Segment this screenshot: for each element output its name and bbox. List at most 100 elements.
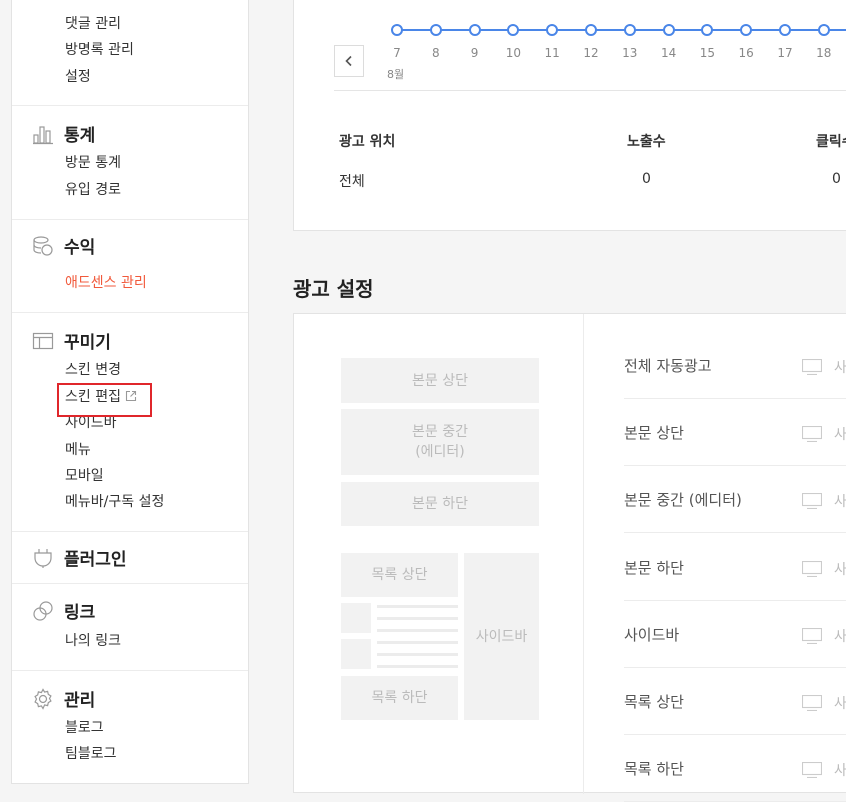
timeline-dot[interactable] (740, 24, 753, 36)
monitor-icon (802, 560, 834, 577)
date-timeline (294, 20, 846, 40)
sidebar-title-stats: 통계 (64, 126, 96, 146)
timeline-dot[interactable] (468, 24, 481, 36)
sidebar-head-design[interactable]: 꾸미기 (32, 328, 111, 353)
preview-list-bottom: 목록 하단 (341, 676, 458, 720)
sidebar-item-team-blog[interactable]: 팀블로그 (65, 746, 117, 763)
ad-setting-toggle-label: 사 (834, 696, 846, 712)
prev-button[interactable] (334, 45, 364, 77)
sidebar-head-manage[interactable]: 관리 (32, 686, 95, 711)
sidebar-item-sidebar[interactable]: 사이드바 (65, 415, 117, 432)
timeline-tick: 9 (470, 46, 479, 60)
timeline-tick: 15 (699, 46, 716, 60)
sidebar-title-link: 링크 (64, 603, 96, 623)
ad-settings-title: 광고 설정 (293, 277, 374, 301)
preview-line (377, 653, 458, 656)
sidebar-item-my-link[interactable]: 나의 링크 (65, 633, 121, 650)
ad-setting-toggle[interactable]: 사 (802, 491, 846, 511)
sidebar-item-visit-stats[interactable]: 방문 통계 (65, 155, 121, 172)
timeline-dot[interactable] (662, 24, 675, 36)
sidebar-item-skin-change[interactable]: 스킨 변경 (65, 362, 121, 379)
preview-body-bottom: 본문 하단 (341, 482, 539, 526)
timeline-dot[interactable] (623, 24, 636, 36)
chevron-left-icon (343, 55, 355, 67)
ad-setting-toggle-label: 사 (834, 427, 846, 444)
preview-body-middle: 본문 중간 (에디터) (341, 409, 539, 475)
preview-line (377, 605, 458, 608)
sidebar-item-menubar[interactable]: 메뉴바/구독 설정 (65, 494, 164, 511)
timeline-tick: 8 (431, 46, 440, 60)
preview-sidebar: 사이드바 (464, 553, 539, 720)
timeline-dot[interactable] (585, 24, 597, 36)
sidebar-title-plugin: 플러그인 (64, 550, 127, 570)
cell-position: 전체 (339, 174, 365, 190)
ad-setting-toggle-label: 사 (834, 494, 846, 511)
monitor-icon (802, 695, 834, 711)
preview-line (377, 617, 458, 620)
highlight-box (57, 383, 152, 417)
timeline-dot[interactable] (779, 24, 791, 36)
link-icon (32, 600, 54, 622)
chart-icon (32, 123, 54, 145)
timeline-tick: 10 (505, 46, 522, 60)
sidebar-head-link[interactable]: 링크 (32, 598, 95, 623)
sidebar-section-revenue: 수익 애드센스 관리 (12, 220, 248, 313)
col-header-clicks: 클릭수 (816, 134, 846, 150)
monitor-icon (802, 627, 834, 644)
sidebar-head-stats[interactable]: 통계 (32, 121, 95, 146)
ad-setting-row: 목록 하단 사 (624, 735, 846, 802)
layout-icon (32, 330, 54, 352)
ad-setting-label: 본문 상단 (624, 424, 684, 443)
ad-setting-toggle[interactable]: 사 (802, 760, 846, 780)
ad-setting-label: 목록 하단 (624, 760, 684, 779)
sidebar-head-plugin[interactable]: 플러그인 (32, 545, 127, 570)
cell-impressions: 0 (642, 171, 651, 187)
timeline-tick: 13 (622, 46, 638, 60)
preview-list-top: 목록 상단 (341, 553, 458, 597)
sidebar-section-design: 꾸미기 스킨 변경 스킨 편집 사이드바 메뉴 모바일 메뉴바/구독 설정 (12, 313, 248, 532)
timeline-dot[interactable] (817, 24, 830, 36)
sidebar-item-referrer[interactable]: 유입 경로 (65, 182, 121, 199)
preview-line (377, 641, 458, 644)
cell-clicks: 0 (832, 171, 841, 187)
timeline-dot[interactable] (429, 24, 442, 36)
timeline-dot[interactable] (701, 24, 714, 36)
ad-setting-toggle-label: 사 (834, 763, 846, 780)
timeline-dot[interactable] (546, 24, 559, 36)
sidebar-head-revenue[interactable]: 수익 (32, 233, 95, 258)
sidebar-item-blog[interactable]: 블로그 (65, 720, 104, 737)
sidebar-item-mobile[interactable]: 모바일 (65, 468, 104, 485)
monitor-icon (802, 359, 834, 375)
sidebar-item-guestbook[interactable]: 방명록 관리 (65, 42, 134, 59)
timeline-dot[interactable] (507, 24, 520, 36)
ad-setting-toggle[interactable]: 사 (802, 424, 846, 444)
sidebar-item-comments[interactable]: 댓글 관리 (65, 16, 121, 33)
preview-line (377, 629, 458, 632)
preview-body-top: 본문 상단 (341, 358, 539, 403)
timeline-tick: 11 (544, 46, 560, 60)
monitor-icon (802, 426, 834, 443)
timeline-dot[interactable] (391, 24, 403, 36)
sidebar-item-settings[interactable]: 설정 (65, 69, 91, 86)
timeline-month: 8월 (387, 68, 405, 81)
preview-thumb-2 (341, 639, 371, 669)
ad-setting-toggle[interactable]: 사 (802, 693, 846, 713)
sidebar-item-adsense[interactable]: 애드센스 관리 (65, 275, 147, 292)
ad-setting-toggle-label: 사 (834, 360, 846, 376)
ad-settings-card: 본문 상단 본문 중간 (에디터) 본문 하단 목록 상단 목록 하단 사이드바… (293, 313, 846, 802)
sidebar-section-stats: 통계 방문 통계 유입 경로 (12, 106, 248, 220)
sidebar-section-manage: 관리 블로그 팀블로그 (12, 671, 248, 784)
gear-icon (32, 687, 54, 710)
ad-setting-toggle-label: 사 (834, 628, 846, 645)
ad-setting-label: 본문 하단 (624, 558, 684, 577)
ad-stats-card: 7 8 9 10 11 12 13 14 15 16 17 18 8월 광고 위치 노출수 클릭수 전… (293, 0, 846, 231)
ad-setting-row: 사이드바 사 (624, 601, 846, 668)
sidebar-item-menu[interactable]: 메뉴 (65, 442, 91, 459)
sidebar-title-revenue: 수익 (64, 238, 96, 258)
monitor-icon (802, 762, 834, 779)
ad-setting-toggle[interactable]: 사 (802, 626, 846, 646)
ad-setting-toggle[interactable]: 사 (802, 357, 846, 377)
timeline-tick: 12 (583, 46, 599, 60)
plug-icon (32, 547, 54, 569)
ad-setting-toggle[interactable]: 사 (802, 559, 846, 579)
